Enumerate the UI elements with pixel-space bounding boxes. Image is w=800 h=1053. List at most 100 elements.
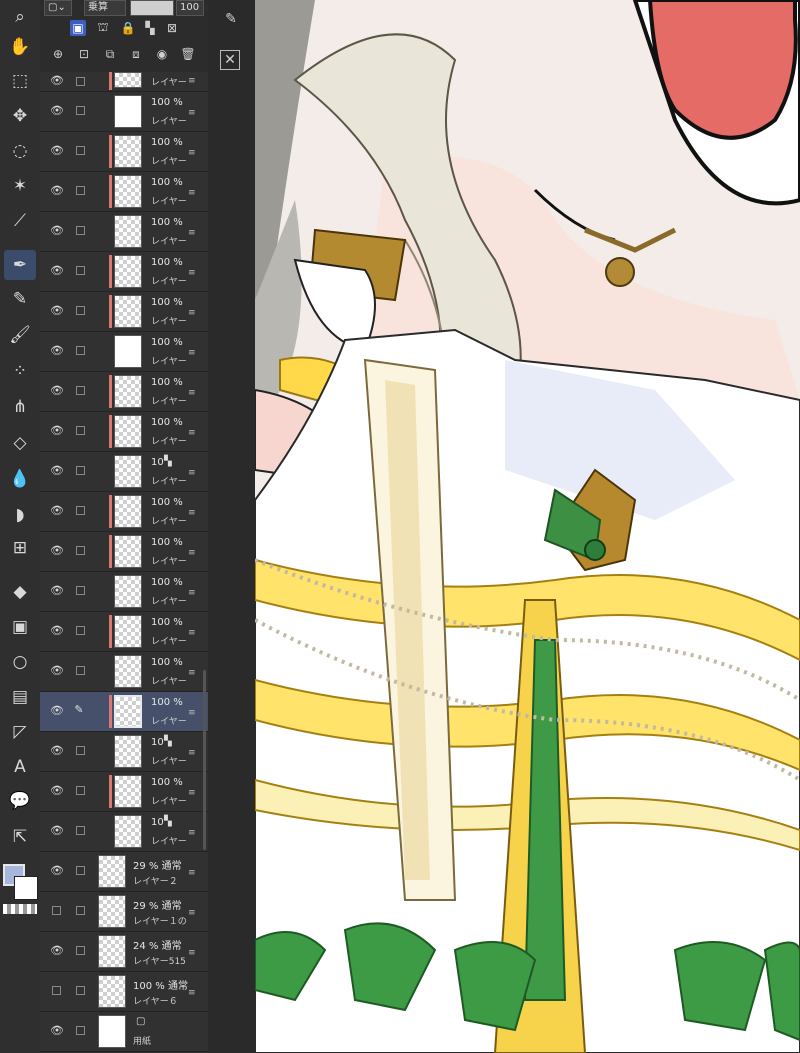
- visibility-checkbox[interactable]: [52, 986, 61, 995]
- layer-menu-icon[interactable]: ≡: [188, 868, 196, 878]
- layer-row[interactable]: 👁 100 % レイヤー ≡: [40, 412, 208, 452]
- layer-checkbox[interactable]: [76, 906, 85, 915]
- move-icon[interactable]: ✥: [4, 101, 36, 131]
- gradient-icon[interactable]: ▣: [4, 612, 36, 642]
- fill-icon[interactable]: ◆: [4, 577, 36, 607]
- layer-checkbox[interactable]: [76, 346, 85, 355]
- eye-icon[interactable]: 👁: [50, 545, 64, 557]
- layer-row[interactable]: 👁 100 % レイヤー ≡: [40, 612, 208, 652]
- layer-row[interactable]: 👁 24 % 通常 レイヤー515 ≡: [40, 932, 208, 972]
- eyedropper-icon[interactable]: ⟋: [4, 206, 36, 236]
- eye-icon[interactable]: 👁: [50, 705, 64, 717]
- layer-checkbox[interactable]: [76, 466, 85, 475]
- clip-layer-icon[interactable]: ▣: [70, 20, 86, 36]
- eye-icon[interactable]: 👁: [50, 75, 64, 87]
- layer-row[interactable]: 👁 10 ▚ レイヤー ≡: [40, 732, 208, 772]
- layer-row[interactable]: 👁 10 ▚ レイヤー ≡: [40, 452, 208, 492]
- layer-row[interactable]: 👁 100 % レイヤー ≡: [40, 212, 208, 252]
- sub-color-swatch[interactable]: [14, 876, 38, 900]
- layer-checkbox[interactable]: [76, 946, 85, 955]
- layer-row[interactable]: 👁 100 % レイヤー ≡: [40, 292, 208, 332]
- magic-wand-icon[interactable]: ✶: [4, 171, 36, 201]
- copy-layer-icon[interactable]: ⧈: [128, 46, 144, 62]
- lasso-icon[interactable]: ◌: [4, 136, 36, 166]
- eye-icon[interactable]: 👁: [50, 345, 64, 357]
- text-icon[interactable]: A: [4, 752, 36, 782]
- new-folder-icon[interactable]: ⊡: [76, 46, 92, 62]
- eye-icon[interactable]: 👁: [50, 625, 64, 637]
- layer-checkbox[interactable]: [76, 226, 85, 235]
- layer-menu-icon[interactable]: ≡: [188, 388, 196, 398]
- eraser-icon[interactable]: ◇: [4, 428, 36, 458]
- layer-checkbox[interactable]: [76, 786, 85, 795]
- layer-menu-icon[interactable]: ≡: [188, 108, 196, 118]
- eye-icon[interactable]: 👁: [50, 665, 64, 677]
- layer-row[interactable]: 👁 100 % レイヤー ≡: [40, 772, 208, 812]
- eye-icon[interactable]: 👁: [50, 265, 64, 277]
- layer-checkbox[interactable]: [76, 426, 85, 435]
- transparent-color-swatch[interactable]: [3, 904, 37, 914]
- layer-settings-icon[interactable]: ✎: [220, 8, 242, 30]
- eye-icon[interactable]: 👁: [50, 145, 64, 157]
- layer-checkbox[interactable]: [76, 186, 85, 195]
- eye-icon[interactable]: 👁: [50, 1025, 64, 1037]
- mask-enable-icon[interactable]: ⊠: [164, 20, 180, 36]
- pencil-icon[interactable]: ✎: [4, 284, 36, 314]
- layer-checkbox[interactable]: [76, 986, 85, 995]
- layer-menu-icon[interactable]: ≡: [188, 588, 196, 598]
- brush-icon[interactable]: 🖌: [4, 320, 36, 350]
- new-raster-layer-icon[interactable]: ⊕: [50, 46, 66, 62]
- eye-icon[interactable]: 👁: [50, 105, 64, 117]
- decoration-icon[interactable]: ⋔: [4, 392, 36, 422]
- lock-transparency-icon[interactable]: ▚: [142, 20, 158, 36]
- trash-icon[interactable]: 🗑: [180, 46, 196, 62]
- layer-row[interactable]: 👁 100 % レイヤー ≡: [40, 132, 208, 172]
- layer-checkbox[interactable]: [76, 626, 85, 635]
- frame-icon[interactable]: ▤: [4, 682, 36, 712]
- mesh-transform-icon[interactable]: ⊞: [4, 533, 36, 563]
- layer-menu-icon[interactable]: ≡: [188, 148, 196, 158]
- layer-menu-icon[interactable]: ≡: [188, 708, 196, 718]
- layer-menu-icon[interactable]: ≡: [188, 348, 196, 358]
- blend-mode-select[interactable]: 乗算: [84, 0, 126, 16]
- layer-checkbox[interactable]: [76, 866, 85, 875]
- layer-menu-icon[interactable]: ≡: [188, 828, 196, 838]
- eye-icon[interactable]: 👁: [50, 505, 64, 517]
- eye-icon[interactable]: 👁: [50, 865, 64, 877]
- layer-row[interactable]: 👁 レイヤー ≡: [40, 72, 208, 92]
- layer-row[interactable]: 👁 100 % レイヤー ≡: [40, 532, 208, 572]
- zoom-icon[interactable]: ⌕: [4, 2, 36, 32]
- eye-icon[interactable]: 👁: [50, 225, 64, 237]
- eye-icon[interactable]: 👁: [50, 585, 64, 597]
- eye-icon[interactable]: 👁: [50, 825, 64, 837]
- layer-menu-icon[interactable]: ≡: [188, 228, 196, 238]
- opacity-slider[interactable]: [130, 0, 174, 16]
- layer-checkbox[interactable]: [76, 506, 85, 515]
- layer-menu-icon[interactable]: ≡: [188, 548, 196, 558]
- ruler-icon[interactable]: ◸: [4, 717, 36, 747]
- eye-icon[interactable]: 👁: [50, 465, 64, 477]
- layer-row[interactable]: 100 % 通常 レイヤー６ ≡: [40, 972, 208, 1012]
- eye-icon[interactable]: 👁: [50, 785, 64, 797]
- eye-icon[interactable]: 👁: [50, 425, 64, 437]
- layer-color-box[interactable]: ▢⌄: [44, 0, 72, 16]
- hand-icon[interactable]: ✋: [4, 32, 36, 62]
- layer-checkbox[interactable]: [76, 77, 85, 86]
- layer-checkbox[interactable]: [76, 826, 85, 835]
- drawing-canvas[interactable]: [255, 0, 800, 1053]
- close-panel-icon[interactable]: ✕: [220, 50, 240, 70]
- layer-row[interactable]: 👁 29 % 通常 レイヤー２ ≡: [40, 852, 208, 892]
- balloon-icon[interactable]: 💬: [4, 786, 36, 816]
- layer-menu-icon[interactable]: ≡: [188, 788, 196, 798]
- layer-checkbox[interactable]: [76, 1026, 85, 1035]
- layer-checkbox[interactable]: [76, 146, 85, 155]
- layer-row[interactable]: 👁 10 ▚ レイヤー ≡: [40, 812, 208, 852]
- layer-checkbox[interactable]: [76, 746, 85, 755]
- layer-menu-icon[interactable]: ≡: [188, 908, 196, 918]
- layer-checkbox[interactable]: [76, 306, 85, 315]
- eye-icon[interactable]: 👁: [50, 745, 64, 757]
- layer-row[interactable]: 👁 100 % レイヤー ≡: [40, 92, 208, 132]
- reference-layer-icon[interactable]: ⛫: [95, 20, 111, 36]
- layer-checkbox[interactable]: [76, 586, 85, 595]
- layer-checkbox[interactable]: [76, 546, 85, 555]
